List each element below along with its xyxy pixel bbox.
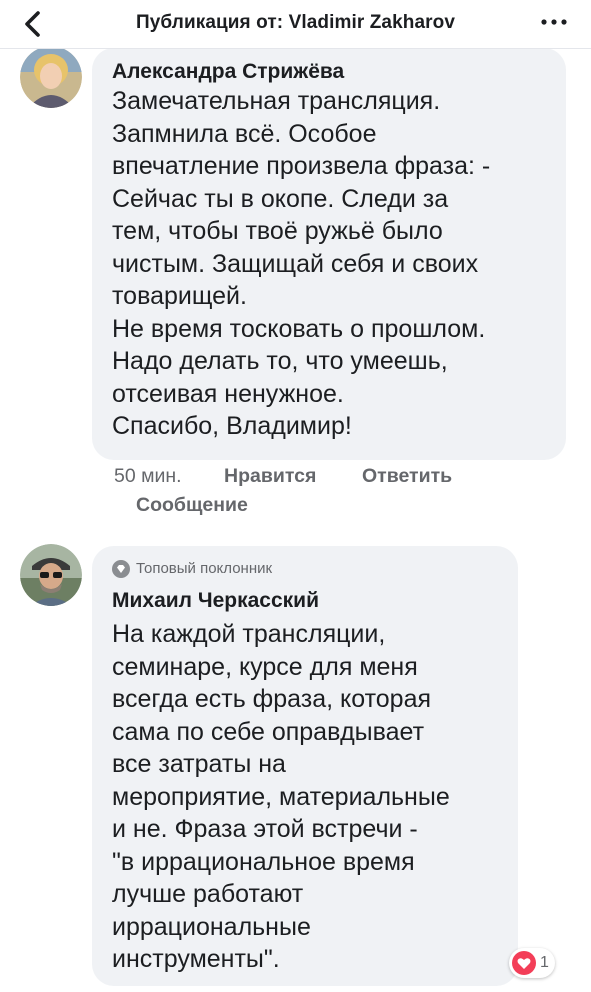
- more-options-button[interactable]: [539, 12, 569, 32]
- message-button[interactable]: Сообщение: [136, 494, 248, 517]
- comment-text: Замечательная трансляция. Запмнила всё. …: [112, 87, 491, 440]
- top-fan-badge-icon: [112, 560, 130, 578]
- comment-author[interactable]: Александра Стрижёва: [112, 60, 344, 84]
- avatar[interactable]: [20, 544, 82, 606]
- like-button[interactable]: Нравится: [224, 465, 316, 488]
- user-photo-icon: [20, 46, 82, 108]
- top-fan-badge: Топовый поклонник: [136, 560, 273, 577]
- love-reaction-icon: [512, 951, 536, 975]
- comment-timestamp: 50 мин.: [114, 465, 182, 487]
- reaction-summary[interactable]: 1: [509, 948, 555, 978]
- page-title: Публикация от: Vladimir Zakharov: [135, 12, 455, 33]
- user-photo-icon: [20, 544, 82, 606]
- comment-author[interactable]: Михаил Черкасский: [112, 589, 319, 613]
- top-bar: Публикация от: Vladimir Zakharov: [0, 0, 591, 49]
- reply-button[interactable]: Ответить: [362, 465, 452, 488]
- reaction-count: 1: [540, 954, 549, 971]
- more-dots-icon: [541, 19, 567, 25]
- comment-text: На каждой трансляции, семинаре, курсе дл…: [112, 620, 450, 973]
- avatar[interactable]: [20, 46, 82, 108]
